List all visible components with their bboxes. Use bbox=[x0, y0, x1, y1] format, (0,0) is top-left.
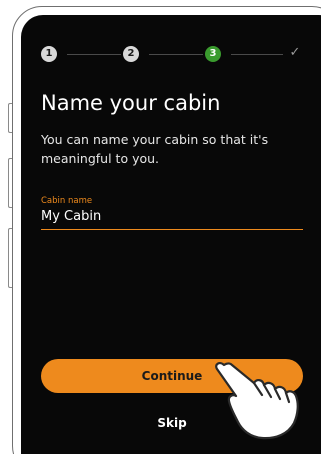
page-title: Name your cabin bbox=[41, 91, 221, 115]
cabin-name-label: Cabin name bbox=[41, 196, 93, 206]
step-2-indicator: 2 bbox=[123, 46, 139, 62]
check-icon: ✓ bbox=[289, 45, 301, 60]
app-canvas: 1 2 3 ✓ Name your cabin You can name you… bbox=[0, 0, 321, 454]
cabin-name-field: Cabin name bbox=[41, 196, 303, 230]
step-1-indicator: 1 bbox=[41, 46, 57, 62]
page-description: You can name your cabin so that it's mea… bbox=[41, 132, 269, 166]
onboarding-stepper: 1 2 3 ✓ bbox=[41, 45, 303, 62]
step-connector bbox=[67, 54, 121, 55]
step-connector bbox=[149, 54, 203, 55]
skip-link[interactable]: Skip bbox=[41, 414, 303, 432]
continue-button[interactable]: Continue bbox=[41, 359, 303, 393]
cabin-name-input[interactable] bbox=[41, 209, 303, 230]
step-connector bbox=[231, 54, 283, 55]
step-3-indicator: 3 bbox=[205, 46, 221, 62]
